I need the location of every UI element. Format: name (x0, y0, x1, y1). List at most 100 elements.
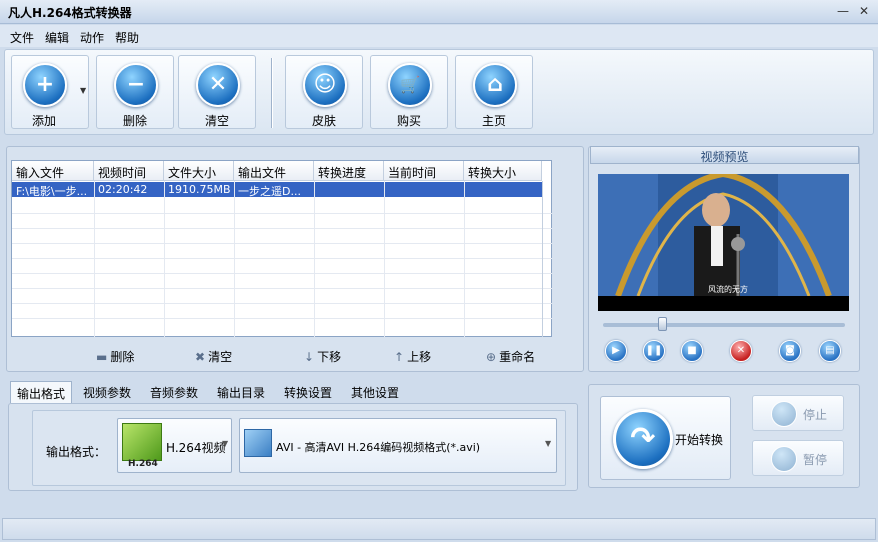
list-delete-button[interactable]: ▬ 删除 (96, 348, 134, 365)
play-icon[interactable]: ▶ (605, 340, 627, 362)
clear-button[interactable]: ✕ 清空 (178, 55, 256, 129)
minus-icon: ▬ (96, 350, 108, 364)
dropdown-arrow-icon[interactable]: ▼ (80, 86, 86, 95)
home-label: 主页 (481, 114, 506, 128)
house-icon: ⌂ (473, 63, 517, 107)
grid-column (542, 181, 543, 337)
grid-column (164, 181, 165, 337)
tab-video-params[interactable]: 视频参数 (77, 381, 137, 403)
add-label: 添加 (31, 114, 56, 128)
start-convert-button[interactable]: ↷ 开始转换 (600, 396, 731, 480)
format-value: AVI - 高清AVI H.264编码视频格式(*.avi) (276, 441, 481, 454)
seek-knob[interactable] (658, 317, 667, 331)
tab-convert-settings[interactable]: 转换设置 (278, 381, 338, 403)
folder-icon[interactable]: ▤ (819, 340, 841, 362)
grid-line (12, 273, 552, 274)
delete-label: 删除 (122, 114, 147, 128)
cell-size: 1910.75MB (168, 183, 231, 196)
home-button[interactable]: ⌂ 主页 (455, 55, 533, 129)
cart-icon: 🛒 (388, 63, 432, 107)
chevron-down-icon: ▼ (222, 439, 229, 448)
toolbar-separator (271, 58, 273, 128)
col-header-progress[interactable]: 转换进度 (314, 161, 384, 181)
mute-icon[interactable]: ✕ (730, 340, 752, 362)
video-cube-icon (122, 423, 162, 461)
list-clear-button[interactable]: ✖ 清空 (195, 348, 232, 365)
skin-button[interactable]: ☺ 皮肤 (285, 55, 363, 129)
cell-input: F:\电影\一步... (16, 185, 88, 198)
cell-output: 一步之遥D... (238, 185, 301, 198)
pause-icon (771, 446, 797, 472)
stop-label: 停止 (803, 408, 828, 422)
grid-line (12, 303, 552, 304)
arrow-up-icon: ↑ (394, 350, 405, 364)
grid-line (12, 258, 552, 259)
grid-column (314, 181, 315, 337)
x-icon: ✖ (195, 350, 206, 364)
preview-title: 视频预览 (590, 146, 859, 164)
grid-column (464, 181, 465, 337)
format-select[interactable]: AVI - 高清AVI H.264编码视频格式(*.avi) ▼ (239, 418, 557, 473)
grid-line (12, 288, 552, 289)
rename-button[interactable]: ⊕ 重命名 (486, 348, 535, 365)
menu-file[interactable]: 文件 (10, 29, 34, 46)
arrow-down-icon: ↓ (304, 350, 315, 364)
start-convert-label: 开始转换 (675, 433, 724, 447)
format-category-combo[interactable]: H.264 H.264视频 ▼ (117, 418, 232, 473)
window-title: 凡人H.264格式转换器 (8, 6, 132, 20)
format-cube-icon (244, 429, 272, 457)
menu-edit[interactable]: 编辑 (45, 29, 69, 46)
rename-icon: ⊕ (486, 350, 497, 364)
move-up-button[interactable]: ↑ 上移 (394, 348, 431, 365)
move-down-button[interactable]: ↓ 下移 (304, 348, 341, 365)
close-button[interactable]: ✕ (857, 4, 871, 18)
buy-button[interactable]: 🛒 购买 (370, 55, 448, 129)
col-header-converted-size[interactable]: 转换大小 (464, 161, 542, 181)
buy-label: 购买 (396, 114, 421, 128)
stop-icon[interactable]: ■ (681, 340, 703, 362)
grid-column (94, 181, 95, 337)
rename-label: 重命名 (499, 350, 536, 364)
list-clear-label: 清空 (208, 350, 233, 364)
snapshot-icon[interactable]: ◙ (779, 340, 801, 362)
grid-line (12, 318, 552, 319)
chevron-down-icon: ▼ (545, 439, 552, 448)
smiley-icon: ☺ (303, 63, 347, 107)
move-down-label: 下移 (317, 350, 342, 364)
skin-label: 皮肤 (311, 114, 336, 128)
col-header-duration[interactable]: 视频时间 (94, 161, 164, 181)
pause-icon[interactable]: ❚❚ (643, 340, 665, 362)
col-header-current-time[interactable]: 当前时间 (384, 161, 464, 181)
seek-slider[interactable] (603, 323, 845, 327)
minus-icon: − (114, 63, 158, 107)
tab-other-settings[interactable]: 其他设置 (345, 381, 405, 403)
grid-column (234, 181, 235, 337)
tab-output-format[interactable]: 输出格式 (10, 381, 73, 403)
tab-audio-params[interactable]: 音频参数 (144, 381, 204, 403)
pause-button[interactable]: 暂停 (752, 440, 844, 476)
clear-label: 清空 (204, 114, 229, 128)
col-header-output[interactable]: 输出文件 (234, 161, 314, 181)
stop-button[interactable]: 停止 (752, 395, 844, 431)
grid-line (12, 243, 552, 244)
cell-duration: 02:20:42 (98, 183, 148, 196)
minimize-button[interactable]: — (836, 4, 850, 18)
plus-icon: + (23, 63, 67, 107)
grid-column (384, 181, 385, 337)
col-header-size[interactable]: 文件大小 (164, 161, 234, 181)
grid-line (12, 213, 552, 214)
delete-button[interactable]: − 删除 (96, 55, 174, 129)
format-category-value: H.264视频 (166, 441, 226, 455)
table-row[interactable]: F:\电影\一步... 02:20:42 1910.75MB 一步之遥D... (12, 182, 542, 198)
add-button[interactable]: + ▼ 添加 (11, 55, 89, 129)
menu-help[interactable]: 帮助 (115, 29, 139, 46)
tab-output-dir[interactable]: 输出目录 (211, 381, 271, 403)
video-subtitle: 风流的无方 (708, 285, 748, 294)
menu-action[interactable]: 动作 (80, 29, 104, 46)
video-preview: 风流的无方 (598, 170, 849, 311)
x-icon: ✕ (196, 63, 240, 107)
move-up-label: 上移 (407, 350, 432, 364)
output-format-label: 输出格式： (46, 445, 107, 459)
col-header-input[interactable]: 输入文件 (12, 161, 94, 181)
status-bar (2, 518, 876, 540)
